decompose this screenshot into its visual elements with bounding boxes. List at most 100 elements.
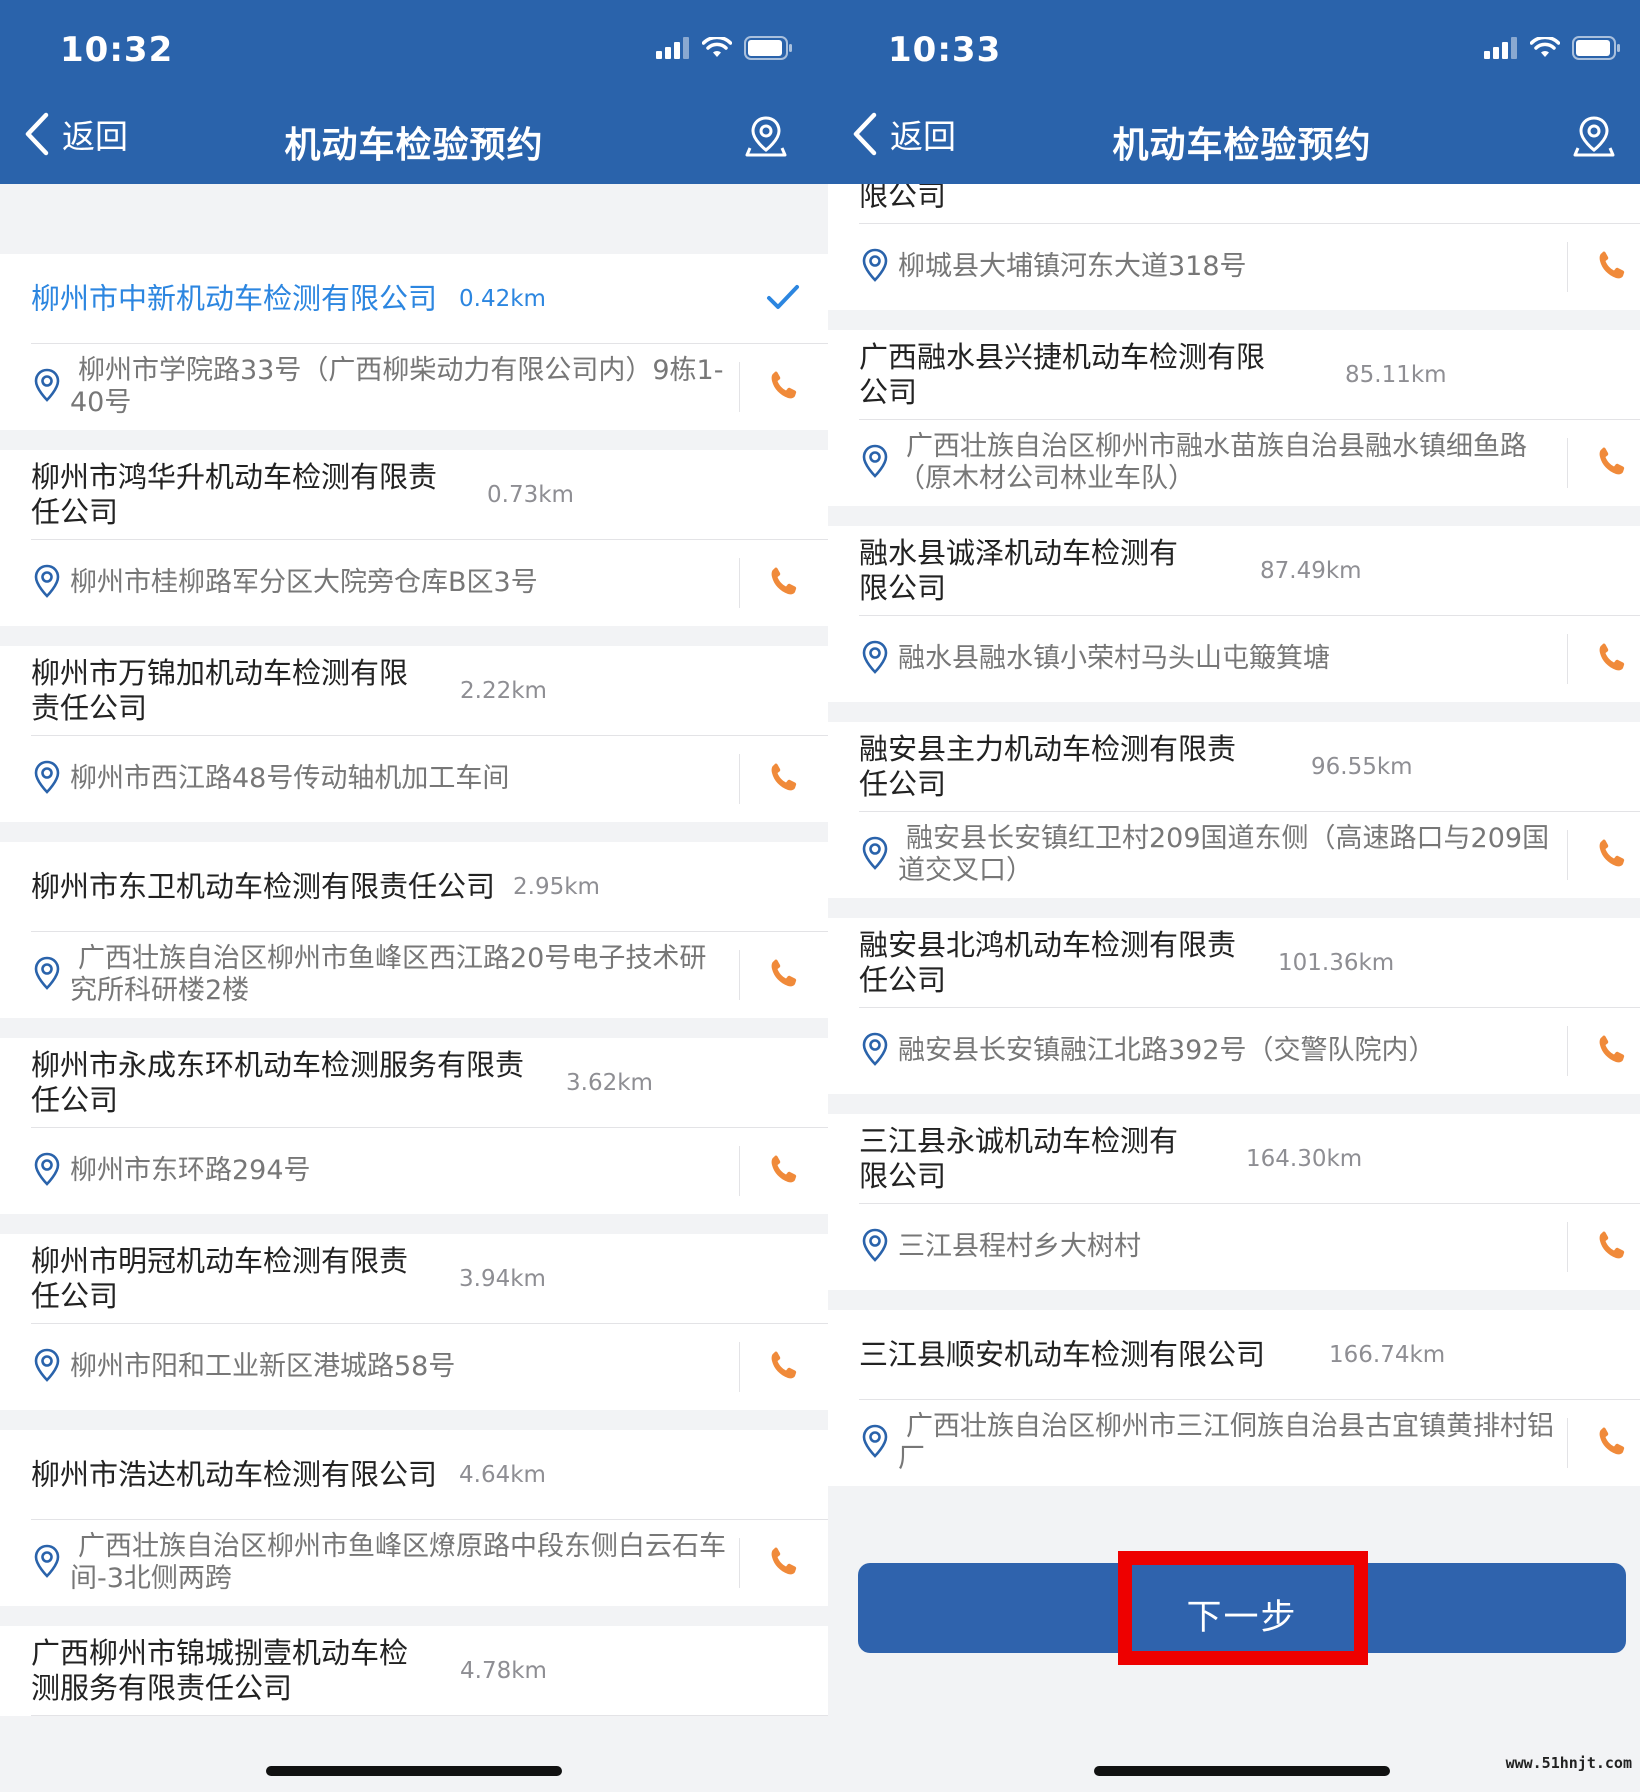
station-name-row[interactable]: 柳州市万锦加机动车检测有限责任公司 2.22km bbox=[0, 646, 828, 736]
phone-icon[interactable] bbox=[770, 566, 798, 600]
station-name-row[interactable]: 融安县主力机动车检测有限责任公司 96.55km bbox=[828, 722, 1640, 812]
station-name: 融安县北鸿机动车检测有限责任公司 bbox=[859, 928, 1237, 997]
station-address-row: 广西壮族自治区柳州市三江侗族自治县古宜镇黄排村铝厂 bbox=[828, 1400, 1640, 1486]
station-address: 广西壮族自治区柳州市三江侗族自治县古宜镇黄排村铝厂 bbox=[898, 1411, 1554, 1474]
station-name-row[interactable]: 融水县诚泽机动车检测有限公司 87.49km bbox=[828, 526, 1640, 616]
spacer bbox=[0, 1214, 828, 1234]
spacer bbox=[828, 898, 1640, 918]
spacer bbox=[0, 430, 828, 450]
nav-header: 10:33 返回 机动车检验预约 bbox=[828, 0, 1640, 184]
spacer bbox=[828, 1290, 1640, 1310]
station-name: 三江县永诚机动车检测有限公司 bbox=[859, 1124, 1179, 1193]
station-address-row: 融安县长安镇红卫村209国道东侧（高速路口与209国道交叉口） bbox=[828, 812, 1640, 898]
station-name-row[interactable]: 柳州市鸿华升机动车检测有限责任公司 0.73km bbox=[0, 450, 828, 540]
phone-icon[interactable] bbox=[1598, 446, 1626, 480]
station-name-row[interactable]: 柳州市永成东环机动车检测服务有限责任公司 3.62km bbox=[0, 1038, 828, 1128]
station-distance: 4.78km bbox=[460, 1658, 547, 1684]
station-name: 柳州市中新机动车检测有限公司 bbox=[31, 281, 438, 316]
station-name-row[interactable]: 广西柳州市锦城捌壹机动车检测服务有限责任公司 4.78km bbox=[0, 1626, 828, 1716]
station-name-row[interactable]: 柳州市浩达机动车检测有限公司 4.64km bbox=[0, 1430, 828, 1520]
list-item[interactable]: 融水县诚泽机动车检测有限公司 87.49km 融水县融水镇小荣村马头山屯簸箕塘 bbox=[828, 526, 1640, 702]
location-pin-icon bbox=[862, 836, 888, 874]
screen-right: 10:33 返回 机动车检验预约 限公司42.88km柳城县大埔镇河东大道318… bbox=[828, 0, 1640, 1792]
station-name-row[interactable]: 柳州市明冠机动车检测有限责任公司 3.94km bbox=[0, 1234, 828, 1324]
phone-icon[interactable] bbox=[770, 370, 798, 404]
list-item[interactable]: 三江县永诚机动车检测有限公司 164.30km 三江县程村乡大树村 bbox=[828, 1114, 1640, 1290]
station-name: 融安县主力机动车检测有限责任公司 bbox=[859, 732, 1237, 801]
station-name-row[interactable]: 柳州市中新机动车检测有限公司 0.42km bbox=[0, 254, 828, 344]
list-item[interactable]: 融安县主力机动车检测有限责任公司 96.55km 融安县长安镇红卫村209国道东侧（… bbox=[828, 722, 1640, 898]
divider bbox=[1567, 1222, 1568, 1272]
status-icons bbox=[656, 36, 794, 60]
station-name-row[interactable]: 广西融水县兴捷机动车检测有限公司 85.11km bbox=[828, 330, 1640, 420]
list-item[interactable]: 柳州市浩达机动车检测有限公司 4.64km 广西壮族自治区柳州市鱼峰区燎原路中段东侧… bbox=[0, 1430, 828, 1606]
page-title: 机动车检验预约 bbox=[284, 125, 544, 166]
station-address-row: 柳州市东环路294号 bbox=[0, 1128, 828, 1214]
phone-icon[interactable] bbox=[770, 1546, 798, 1580]
divider bbox=[1567, 634, 1568, 684]
location-pin-icon bbox=[862, 248, 888, 286]
list-item[interactable]: 柳州市中新机动车检测有限公司 0.42km 柳州市学院路33号（广西柳柴动力有限公司… bbox=[0, 254, 828, 430]
list-item[interactable]: 柳州市永成东环机动车检测服务有限责任公司 3.62km 柳州市东环路294号 bbox=[0, 1038, 828, 1214]
station-name: 柳州市鸿华升机动车检测有限责任公司 bbox=[31, 460, 438, 529]
divider bbox=[1567, 242, 1568, 292]
station-address-row: 柳州市西江路48号传动轴机加工车间 bbox=[0, 736, 828, 822]
station-address: 柳州市西江路48号传动轴机加工车间 bbox=[70, 763, 510, 794]
station-distance: 0.42km bbox=[459, 286, 546, 312]
phone-icon[interactable] bbox=[1598, 1426, 1626, 1460]
station-list: 限公司42.88km柳城县大埔镇河东大道318号广西融水县兴捷机动车检测有限公司… bbox=[828, 134, 1640, 1486]
spacer bbox=[828, 506, 1640, 526]
phone-icon[interactable] bbox=[770, 762, 798, 796]
station-address: 融水县融水镇小荣村马头山屯簸箕塘 bbox=[898, 643, 1330, 674]
station-name: 柳州市永成东环机动车检测服务有限责任公司 bbox=[31, 1048, 525, 1117]
station-name-row[interactable]: 三江县永诚机动车检测有限公司 164.30km bbox=[828, 1114, 1640, 1204]
phone-icon[interactable] bbox=[770, 958, 798, 992]
station-address-row: 三江县程村乡大树村 bbox=[828, 1204, 1640, 1290]
location-pin-icon bbox=[34, 956, 60, 994]
divider bbox=[1567, 438, 1568, 488]
station-name-row[interactable]: 融安县北鸿机动车检测有限责任公司 101.36km bbox=[828, 918, 1640, 1008]
phone-icon[interactable] bbox=[1598, 1034, 1626, 1068]
phone-icon[interactable] bbox=[1598, 250, 1626, 284]
station-address: 融安县长安镇红卫村209国道东侧（高速路口与209国道交叉口） bbox=[898, 823, 1550, 886]
station-address: 融安县长安镇融江北路392号（交警队院内） bbox=[898, 1035, 1436, 1066]
station-name-row[interactable]: 三江县顺安机动车检测有限公司 166.74km bbox=[828, 1310, 1640, 1400]
station-address-row: 广西壮族自治区柳州市鱼峰区燎原路中段东侧白云石车间-3北侧两跨 bbox=[0, 1520, 828, 1606]
list-item[interactable]: 融安县北鸿机动车检测有限责任公司 101.36km 融安县长安镇融江北路392号（交… bbox=[828, 918, 1640, 1094]
phone-icon[interactable] bbox=[770, 1154, 798, 1188]
map-button[interactable] bbox=[744, 114, 788, 162]
list-item[interactable]: 广西柳州市锦城捌壹机动车检测服务有限责任公司 4.78km bbox=[0, 1626, 828, 1716]
next-step-label[interactable]: 下一步 bbox=[828, 1589, 1640, 1640]
phone-icon[interactable] bbox=[1598, 838, 1626, 872]
list-item[interactable]: 柳州市明冠机动车检测有限责任公司 3.94km 柳州市阳和工业新区港城路58号 bbox=[0, 1234, 828, 1410]
location-pin-icon bbox=[34, 1348, 60, 1386]
list-item[interactable]: 柳州市东卫机动车检测有限责任公司 2.95km 广西壮族自治区柳州市鱼峰区西江路20… bbox=[0, 842, 828, 1018]
phone-icon[interactable] bbox=[770, 1350, 798, 1384]
spacer bbox=[0, 1018, 828, 1038]
status-time: 10:32 bbox=[60, 30, 174, 70]
list-item[interactable]: 三江县顺安机动车检测有限公司 166.74km 广西壮族自治区柳州市三江侗族自治县古… bbox=[828, 1310, 1640, 1486]
station-address: 柳城县大埔镇河东大道318号 bbox=[898, 251, 1247, 282]
station-name-row[interactable]: 柳州市东卫机动车检测有限责任公司 2.95km bbox=[0, 842, 828, 932]
phone-icon[interactable] bbox=[1598, 642, 1626, 676]
list-item[interactable]: 柳州市万锦加机动车检测有限责任公司 2.22km 柳州市西江路48号传动轴机加工车间 bbox=[0, 646, 828, 822]
divider bbox=[739, 1538, 740, 1588]
station-address-row: 广西壮族自治区柳州市融水苗族自治县融水镇细鱼路（原木材公司林业车队） bbox=[828, 420, 1640, 506]
station-distance: 3.62km bbox=[566, 1070, 653, 1096]
phone-icon[interactable] bbox=[1598, 1230, 1626, 1264]
station-address-row: 融水县融水镇小荣村马头山屯簸箕塘 bbox=[828, 616, 1640, 702]
location-pin-icon bbox=[34, 1544, 60, 1582]
station-name: 柳州市浩达机动车检测有限公司 bbox=[31, 1457, 438, 1492]
spacer bbox=[0, 1410, 828, 1430]
station-distance: 0.73km bbox=[487, 482, 574, 508]
station-name: 柳州市明冠机动车检测有限责任公司 bbox=[31, 1244, 409, 1313]
checkmark-icon bbox=[766, 283, 800, 315]
map-button[interactable] bbox=[1572, 114, 1616, 162]
station-address: 柳州市东环路294号 bbox=[70, 1155, 311, 1186]
screen-left: 10:32 返回 机动车检验预约 柳州市中新机动车检测有限公司 0.42km 柳州市… bbox=[0, 0, 828, 1792]
list-item[interactable]: 柳州市鸿华升机动车检测有限责任公司 0.73km 柳州市桂柳路军分区大院旁仓库B区3… bbox=[0, 450, 828, 626]
location-pin-icon bbox=[862, 1228, 888, 1266]
map-location-icon bbox=[1573, 116, 1615, 157]
list-item[interactable]: 广西融水县兴捷机动车检测有限公司 85.11km 广西壮族自治区柳州市融水苗族自治县… bbox=[828, 330, 1640, 506]
divider bbox=[739, 558, 740, 608]
